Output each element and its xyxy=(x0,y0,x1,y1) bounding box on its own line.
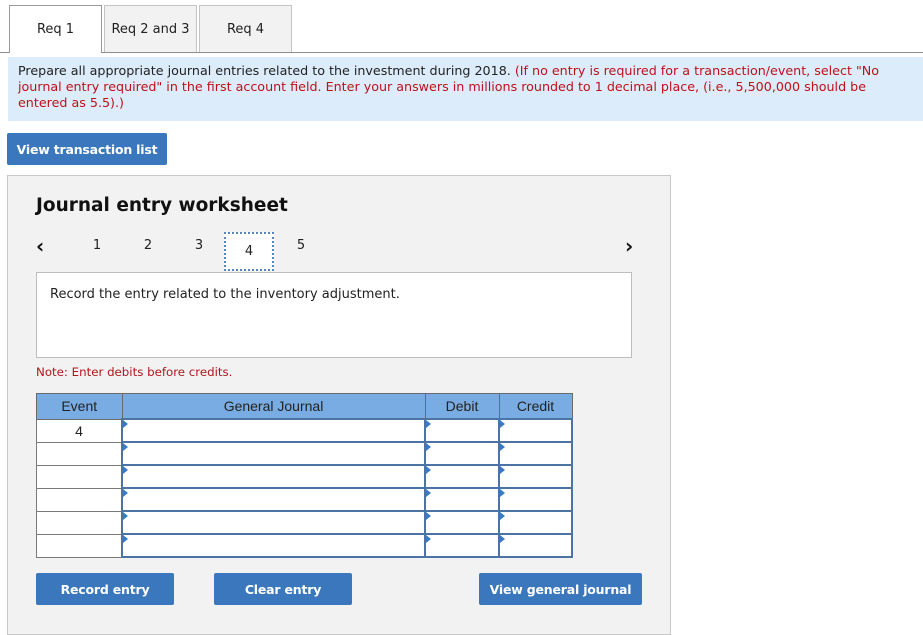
account-input[interactable] xyxy=(121,441,426,466)
account-input[interactable] xyxy=(121,533,426,558)
input-marker-icon xyxy=(426,443,431,451)
debit-credit-note: Note: Enter debits before credits. xyxy=(36,365,233,379)
tab-req-4[interactable]: Req 4 xyxy=(199,5,292,52)
input-marker-icon xyxy=(426,512,431,520)
worksheet-title: Journal entry worksheet xyxy=(36,195,288,216)
credit-input[interactable] xyxy=(498,441,573,466)
view-transaction-list-button[interactable]: View transaction list xyxy=(7,133,167,165)
header-event: Event xyxy=(36,393,123,420)
input-marker-icon xyxy=(500,466,505,474)
entry-description-text: Record the entry related to the inventor… xyxy=(50,287,400,302)
dropdown-marker-icon xyxy=(123,512,128,520)
view-general-journal-button[interactable]: View general journal xyxy=(479,573,642,605)
debit-input[interactable] xyxy=(424,464,500,489)
input-marker-icon xyxy=(426,489,431,497)
page-5[interactable]: 5 xyxy=(291,238,311,253)
dropdown-marker-icon xyxy=(123,535,128,543)
input-marker-icon xyxy=(500,535,505,543)
chevron-left-icon[interactable]: ‹ xyxy=(36,234,44,258)
credit-input[interactable] xyxy=(498,487,573,512)
entry-description: Record the entry related to the inventor… xyxy=(36,272,632,358)
table-row: 4 xyxy=(36,418,573,443)
page-3[interactable]: 3 xyxy=(189,238,209,253)
event-cell xyxy=(36,510,123,535)
event-cell xyxy=(36,487,123,512)
table-row xyxy=(36,464,573,489)
header-credit: Credit xyxy=(498,393,573,420)
input-marker-icon xyxy=(426,466,431,474)
dropdown-marker-icon xyxy=(123,466,128,474)
table-row xyxy=(36,510,573,535)
tab-divider xyxy=(0,52,923,53)
dropdown-marker-icon xyxy=(123,443,128,451)
debit-input[interactable] xyxy=(424,418,500,443)
event-cell xyxy=(36,533,123,558)
page-2[interactable]: 2 xyxy=(138,238,158,253)
input-marker-icon xyxy=(426,420,431,428)
tab-req-1[interactable]: Req 1 xyxy=(9,5,102,53)
credit-input[interactable] xyxy=(498,533,573,558)
instructions-box: Prepare all appropriate journal entries … xyxy=(8,57,923,121)
account-input[interactable] xyxy=(121,418,426,443)
event-cell: 4 xyxy=(36,418,123,443)
input-marker-icon xyxy=(500,420,505,428)
event-cell xyxy=(36,464,123,489)
debit-input[interactable] xyxy=(424,487,500,512)
account-input[interactable] xyxy=(121,487,426,512)
input-marker-icon xyxy=(500,489,505,497)
journal-table: Event General Journal Debit Credit 4 xyxy=(36,393,573,558)
page-4[interactable]: 4 xyxy=(224,232,274,271)
journal-entry-worksheet-panel: Journal entry worksheet ‹ 1 2 3 4 5 › Re… xyxy=(7,175,671,635)
credit-input[interactable] xyxy=(498,464,573,489)
event-cell xyxy=(36,441,123,466)
page-1[interactable]: 1 xyxy=(87,238,107,253)
account-input[interactable] xyxy=(121,510,426,535)
account-input[interactable] xyxy=(121,464,426,489)
header-debit: Debit xyxy=(424,393,500,420)
record-entry-button[interactable]: Record entry xyxy=(36,573,174,605)
credit-input[interactable] xyxy=(498,418,573,443)
instructions-text: Prepare all appropriate journal entries … xyxy=(18,63,515,78)
chevron-right-icon[interactable]: › xyxy=(625,234,633,258)
header-general-journal: General Journal xyxy=(121,393,426,420)
debit-input[interactable] xyxy=(424,510,500,535)
input-marker-icon xyxy=(500,512,505,520)
table-row xyxy=(36,487,573,512)
debit-input[interactable] xyxy=(424,441,500,466)
requirement-tabs: Req 1 Req 2 and 3 Req 4 xyxy=(0,0,923,53)
input-marker-icon xyxy=(426,535,431,543)
table-row xyxy=(36,441,573,466)
table-header-row: Event General Journal Debit Credit xyxy=(36,393,573,420)
dropdown-marker-icon xyxy=(123,420,128,428)
clear-entry-button[interactable]: Clear entry xyxy=(214,573,352,605)
debit-input[interactable] xyxy=(424,533,500,558)
credit-input[interactable] xyxy=(498,510,573,535)
table-row xyxy=(36,533,573,558)
dropdown-marker-icon xyxy=(123,489,128,497)
input-marker-icon xyxy=(500,443,505,451)
tab-req-2-and-3[interactable]: Req 2 and 3 xyxy=(104,5,197,52)
